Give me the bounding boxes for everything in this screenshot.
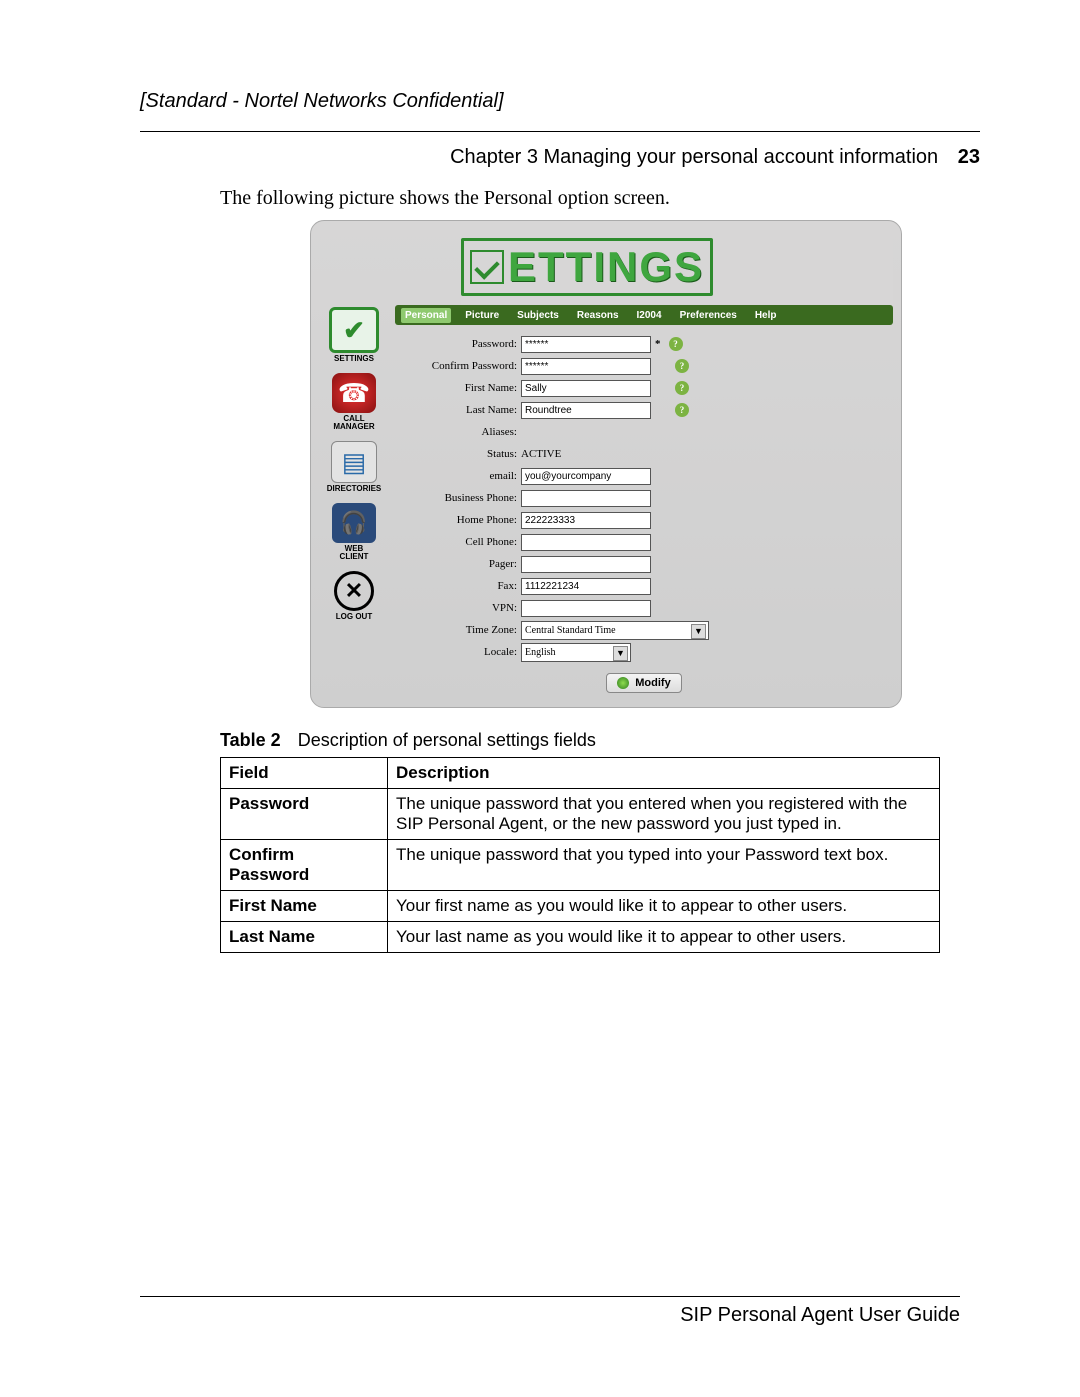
tab-help[interactable]: Help <box>751 308 781 323</box>
help-icon[interactable] <box>675 403 689 417</box>
fax-input[interactable] <box>521 578 651 595</box>
sidebar-label: SETTINGS <box>334 355 374 363</box>
chapter-line: Chapter 3 Managing your personal account… <box>140 146 980 169</box>
table-row: Last Name Your last name as you would li… <box>221 922 940 953</box>
headset-icon <box>332 503 376 543</box>
sidebar-item-settings[interactable]: SETTINGS <box>329 307 379 363</box>
tab-preferences[interactable]: Preferences <box>676 308 741 323</box>
email-label: email: <box>395 470 521 482</box>
last-name-input[interactable] <box>521 402 651 419</box>
business-phone-label: Business Phone: <box>395 492 521 504</box>
last-name-label: Last Name: <box>395 404 521 416</box>
first-name-label: First Name: <box>395 382 521 394</box>
password-label: Password: <box>395 338 521 350</box>
sidebar-item-directories[interactable]: DIRECTORIES <box>327 441 382 493</box>
checkmark-icon <box>470 250 504 284</box>
settings-screenshot: ETTINGS SETTINGS CALL MANAGER DIRECTORIE… <box>310 220 902 708</box>
cell-field: First Name <box>221 891 388 922</box>
table-row: Password The unique password that you en… <box>221 789 940 840</box>
vpn-label: VPN: <box>395 602 521 614</box>
cell-phone-label: Cell Phone: <box>395 536 521 548</box>
password-input[interactable] <box>521 336 651 353</box>
tab-reasons[interactable]: Reasons <box>573 308 623 323</box>
table-row: Confirm Password The unique password tha… <box>221 840 940 891</box>
email-input[interactable] <box>521 468 651 485</box>
cell-field: Password <box>221 789 388 840</box>
chapter-title: Chapter 3 Managing your personal account… <box>450 146 938 168</box>
logo-text: ETTINGS <box>508 243 704 291</box>
confirm-password-label: Confirm Password: <box>395 360 521 372</box>
settings-logo: ETTINGS <box>461 238 713 296</box>
footer-rule <box>140 1296 960 1297</box>
cell-phone-input[interactable] <box>521 534 651 551</box>
modify-button[interactable]: Modify <box>606 673 681 693</box>
status-label: Status: <box>395 448 521 460</box>
page-number: 23 <box>958 146 980 168</box>
table-header-description: Description <box>388 758 940 789</box>
phone-icon <box>332 373 376 413</box>
pager-input[interactable] <box>521 556 651 573</box>
tab-picture[interactable]: Picture <box>461 308 503 323</box>
cell-field: Last Name <box>221 922 388 953</box>
business-phone-input[interactable] <box>521 490 651 507</box>
locale-label: Locale: <box>395 646 521 658</box>
pager-label: Pager: <box>395 558 521 570</box>
home-phone-input[interactable] <box>521 512 651 529</box>
status-value: ACTIVE <box>521 448 561 460</box>
help-icon[interactable] <box>675 381 689 395</box>
help-icon[interactable] <box>675 359 689 373</box>
fax-label: Fax: <box>395 580 521 592</box>
home-phone-label: Home Phone: <box>395 514 521 526</box>
cell-description: The unique password that you entered whe… <box>388 789 940 840</box>
sidebar-item-call-manager[interactable]: CALL MANAGER <box>332 373 376 431</box>
help-icon[interactable] <box>669 337 683 351</box>
timezone-select[interactable]: Central Standard Time <box>521 621 709 640</box>
directories-icon <box>331 441 377 483</box>
table-number: Table 2 <box>220 730 281 750</box>
settings-icon <box>329 307 379 353</box>
confidential-header: [Standard - Nortel Networks Confidential… <box>140 90 980 113</box>
sidebar-label: WEB CLIENT <box>340 545 369 561</box>
table-header-field: Field <box>221 758 388 789</box>
table-caption: Table 2 Description of personal settings… <box>220 730 980 751</box>
sidebar-label: DIRECTORIES <box>327 485 382 493</box>
timezone-label: Time Zone: <box>395 624 521 636</box>
intro-text: The following picture shows the Personal… <box>220 187 980 210</box>
tab-subjects[interactable]: Subjects <box>513 308 563 323</box>
fields-description-table: Field Description Password The unique pa… <box>220 757 940 953</box>
footer-text: SIP Personal Agent User Guide <box>680 1304 960 1327</box>
required-star: * <box>655 338 661 350</box>
logout-icon <box>334 571 374 611</box>
aliases-label: Aliases: <box>395 426 521 438</box>
first-name-input[interactable] <box>521 380 651 397</box>
sidebar-label: LOG OUT <box>336 613 372 621</box>
sidebar: SETTINGS CALL MANAGER DIRECTORIES WEB CL… <box>319 305 389 621</box>
cell-field: Confirm Password <box>221 840 388 891</box>
table-row: First Name Your first name as you would … <box>221 891 940 922</box>
sidebar-item-web-client[interactable]: WEB CLIENT <box>332 503 376 561</box>
confirm-password-input[interactable] <box>521 358 651 375</box>
tab-i2004[interactable]: I2004 <box>633 308 666 323</box>
header-rule <box>140 131 980 132</box>
sidebar-label: CALL MANAGER <box>333 415 374 431</box>
locale-select[interactable]: English <box>521 643 631 662</box>
tab-personal[interactable]: Personal <box>401 308 451 323</box>
sidebar-item-logout[interactable]: LOG OUT <box>334 571 374 621</box>
settings-tabs: Personal Picture Subjects Reasons I2004 … <box>395 305 893 325</box>
cell-description: The unique password that you typed into … <box>388 840 940 891</box>
cell-description: Your last name as you would like it to a… <box>388 922 940 953</box>
cell-description: Your first name as you would like it to … <box>388 891 940 922</box>
vpn-input[interactable] <box>521 600 651 617</box>
table-title: Description of personal settings fields <box>298 730 596 750</box>
